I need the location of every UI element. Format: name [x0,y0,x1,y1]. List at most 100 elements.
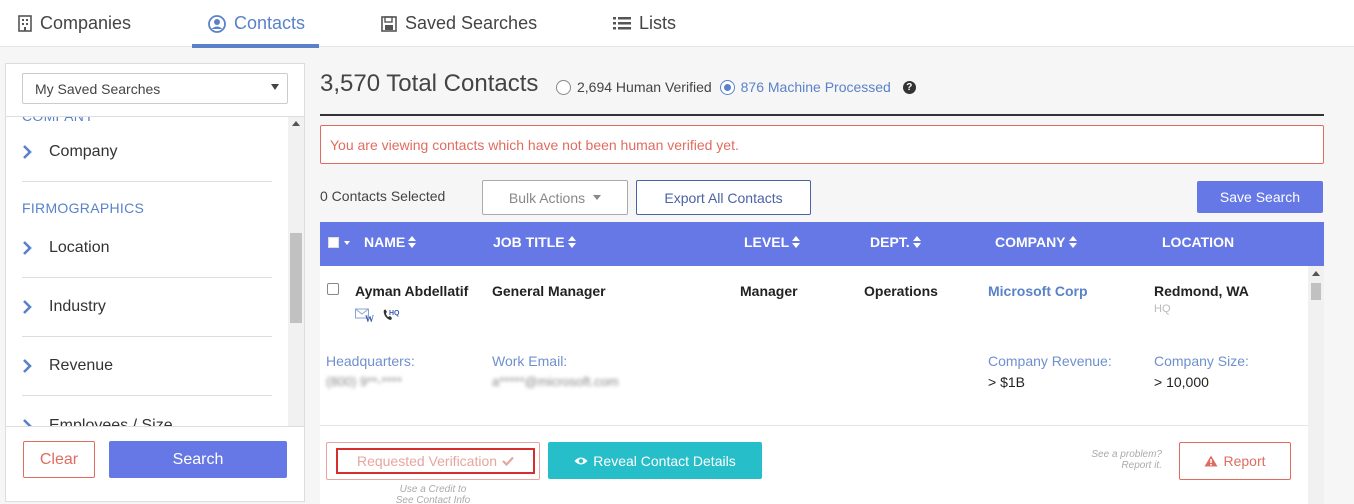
column-job-title[interactable]: JOB TITLE [493,234,576,250]
filter-label: Employees / Size [49,416,173,427]
unverified-alert: You are viewing contacts which have not … [320,125,1324,164]
search-button[interactable]: Search [109,441,287,478]
floppy-disk-icon [381,15,397,32]
contact-name[interactable]: Ayman Abdellatif [355,283,468,299]
table-scrollbar[interactable] [1308,266,1324,504]
column-location[interactable]: LOCATION [1162,234,1234,250]
machine-processed-radio[interactable] [719,79,735,95]
scroll-up-icon[interactable] [292,121,300,126]
department: Operations [864,283,938,299]
column-name[interactable]: NAME [364,234,417,250]
filter-label: Company [49,143,118,160]
list-icon [613,16,631,31]
sidebar-scrollbar[interactable] [288,117,304,426]
building-icon [18,15,32,32]
row-divider [320,425,1308,426]
export-all-button[interactable]: Export All Contacts [636,180,811,215]
filter-revenue[interactable]: Revenue [22,337,272,396]
credit-note-line: Use a Credit to [399,484,467,495]
scroll-thumb[interactable] [290,233,302,323]
phone-icon[interactable]: HQ [382,308,404,327]
tab-companies[interactable]: Companies [18,0,131,47]
requested-verification-label: Requested Verification [356,453,498,469]
column-label: NAME [364,234,406,250]
header-divider [320,114,1324,116]
headquarters-label: Headquarters: [326,353,415,369]
tab-saved-searches[interactable]: Saved Searches [381,0,537,47]
report-button[interactable]: Report [1179,442,1291,480]
human-verified-label[interactable]: 2,694 Human Verified [577,79,712,95]
svg-text:W: W [365,314,374,322]
check-icon [502,456,514,466]
bulk-actions-label: Bulk Actions [508,189,586,206]
clear-button[interactable]: Clear [23,441,95,478]
sort-icon [567,236,576,248]
company-size-value: > 10,000 [1154,374,1209,390]
column-dept[interactable]: DEPT. [870,234,921,250]
company-revenue-label: Company Revenue: [988,353,1112,369]
requested-verification-button[interactable]: Requested Verification [326,442,540,480]
tab-contacts[interactable]: Contacts [191,0,320,48]
sort-icon [1068,236,1077,248]
column-label: COMPANY [995,234,1066,250]
filter-location[interactable]: Location [22,219,272,278]
column-level[interactable]: LEVEL [744,234,801,250]
company-size-label: Company Size: [1154,353,1249,369]
svg-text:HQ: HQ [389,310,400,317]
tab-label: Contacts [234,13,306,33]
machine-processed-label[interactable]: 876 Machine Processed [741,79,891,95]
scroll-thumb[interactable] [1311,283,1321,300]
column-company[interactable]: COMPANY [995,234,1077,250]
total-label: Total Contacts [386,70,539,97]
eye-icon [574,457,588,464]
section-label-firmographics: FIRMOGRAPHICS [22,200,145,216]
bulk-actions-button[interactable]: Bulk Actions [482,180,628,215]
filter-list[interactable]: COMPANY Company FIRMOGRAPHICS Location I… [6,116,304,427]
location: Redmond, WA [1154,283,1249,299]
report-label: Report [1223,453,1266,469]
chevron-right-icon [23,418,32,426]
headquarters-phone-masked: (800) 9**-**** [326,374,402,389]
reveal-contact-details-button[interactable]: Reveal Contact Details [548,442,762,479]
question-circle-icon[interactable]: ? [902,80,916,94]
email-icon[interactable]: W [355,308,375,327]
filter-company[interactable]: Company [22,123,272,182]
filter-sidebar: My Saved Searches COMPANY Company FIRMOG… [5,63,305,502]
saved-searches-value: My Saved Searches [35,81,161,97]
caret-down-icon[interactable] [344,241,350,245]
tab-label: Companies [40,13,132,33]
tab-lists[interactable]: Lists [613,0,676,47]
chevron-right-icon [23,359,32,373]
job-title: General Manager [492,283,606,299]
company-link[interactable]: Microsoft Corp [988,283,1088,299]
company-revenue-value: > $1B [988,374,1025,390]
highlight-box: Requested Verification [336,448,535,474]
sort-icon [912,236,921,248]
scroll-up-icon[interactable] [1312,271,1320,276]
sort-icon [792,236,801,248]
sort-icon [408,236,417,248]
filter-industry[interactable]: Industry [22,278,272,337]
select-all-checkbox[interactable] [328,237,339,248]
total-count: 3,570 [320,70,381,97]
problem-note: See a problem? Report it. [1060,449,1162,471]
chevron-right-icon [23,241,32,255]
user-circle-icon [208,14,226,33]
tab-label: Lists [639,13,677,33]
warning-icon [1204,455,1218,467]
filter-label: Industry [49,298,106,315]
level: Manager [740,283,798,299]
work-email-masked: a*****@microsoft.com [492,374,619,389]
work-email-label: Work Email: [492,353,568,369]
column-label: LEVEL [744,234,790,250]
top-navigation: Companies Contacts Saved Searches Lists [0,0,1354,48]
column-label: JOB TITLE [493,234,565,250]
problem-note-line: Report it. [1121,460,1162,471]
saved-searches-select[interactable]: My Saved Searches [22,73,288,104]
chevron-right-icon [23,145,32,159]
save-search-button[interactable]: Save Search [1197,181,1323,213]
human-verified-radio[interactable] [556,79,571,95]
filter-label: Location [49,239,110,256]
row-checkbox[interactable] [327,283,339,295]
filter-employees-size[interactable]: Employees / Size [22,396,272,427]
